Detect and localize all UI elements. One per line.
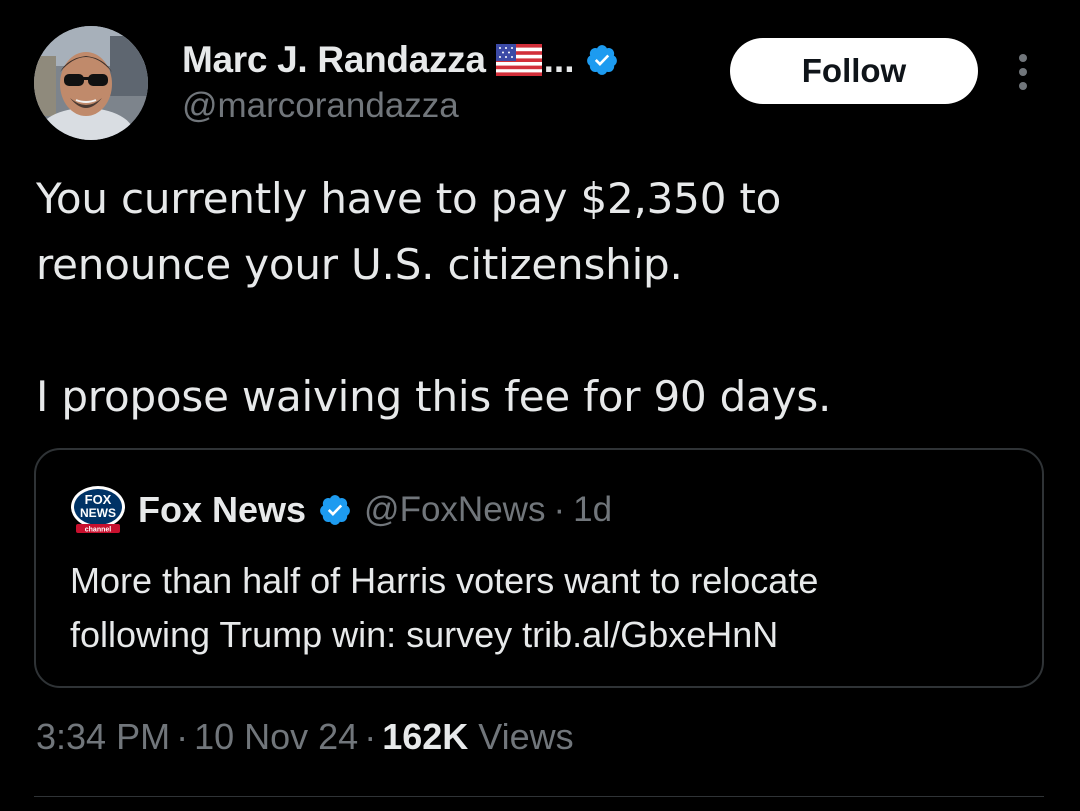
tweet-meta: 3:34 PM · 10 Nov 24 · 162K Views — [36, 716, 574, 758]
logo-text-channel: channel — [85, 527, 112, 534]
quoted-tweet-line: More than half of Harris voters want to … — [70, 560, 819, 601]
verified-badge-icon[interactable] — [585, 43, 619, 77]
separator-dot: · — [364, 716, 377, 757]
previous-content-edge — [240, 0, 300, 4]
tweet-text: You currently have to pay $2,350 to reno… — [36, 166, 1036, 430]
tweet-line: I propose waiving this fee for 90 days. — [36, 372, 832, 421]
quoted-tweet-line: following Trump win: survey trib.al/Gbxe… — [70, 614, 779, 655]
views-count[interactable]: 162K — [382, 716, 468, 757]
more-vertical-icon[interactable] — [1014, 52, 1032, 92]
quoted-author-handle[interactable]: @FoxNews — [364, 490, 545, 530]
tweet-time[interactable]: 3:34 PM — [36, 716, 170, 757]
tweet-line: renounce your U.S. citizenship. — [36, 240, 683, 289]
tweet-date[interactable]: 10 Nov 24 — [194, 716, 358, 757]
divider — [34, 796, 1044, 797]
author-display-name[interactable]: Marc J. Randazza — [182, 39, 486, 81]
separator-dot: · — [553, 490, 566, 529]
views-label[interactable]: Views — [478, 716, 573, 757]
quoted-tweet-header: FOX NEWS channel Fox News @FoxNews · 1d — [70, 486, 612, 534]
us-flag-icon — [495, 44, 542, 76]
tweet-line: You currently have to pay $2,350 to — [36, 174, 782, 223]
quoted-tweet-time[interactable]: 1d — [573, 490, 612, 530]
quoted-tweet-card[interactable]: FOX NEWS channel Fox News @FoxNews · 1d … — [34, 448, 1044, 688]
follow-button[interactable]: Follow — [730, 38, 978, 104]
quoted-author-name[interactable]: Fox News — [138, 489, 306, 531]
logo-text-news: NEWS — [80, 506, 116, 520]
author-name-row[interactable]: Marc J. Randazza ... — [182, 36, 619, 84]
separator-dot: · — [176, 716, 189, 757]
name-truncation: ... — [543, 39, 575, 80]
quoted-tweet-text: More than half of Harris voters want to … — [70, 554, 1020, 662]
verified-badge-icon[interactable] — [318, 493, 352, 527]
fox-news-logo-icon[interactable]: FOX NEWS channel — [70, 485, 126, 535]
author-avatar[interactable] — [34, 26, 148, 140]
author-handle[interactable]: @marcorandazza — [182, 86, 459, 126]
logo-text-fox: FOX — [85, 492, 112, 507]
avatar-photo — [34, 26, 148, 140]
